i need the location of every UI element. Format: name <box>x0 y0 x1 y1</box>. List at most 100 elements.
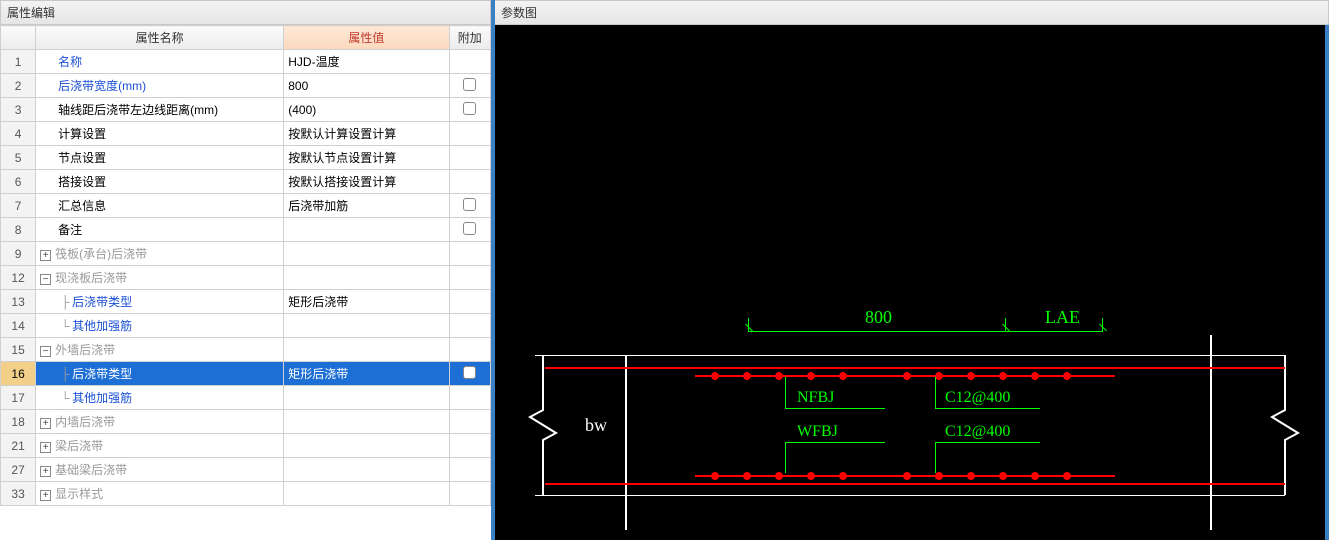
prop-extra-cell[interactable] <box>449 218 490 242</box>
tree-toggle-icon[interactable]: − <box>40 346 51 357</box>
prop-extra-cell[interactable] <box>449 98 490 122</box>
table-row[interactable]: 3轴线距后浇带左边线距离(mm)(400) <box>1 98 491 122</box>
table-row[interactable]: 6搭接设置按默认搭接设置计算 <box>1 170 491 194</box>
tree-toggle-icon[interactable]: − <box>40 274 51 285</box>
prop-extra-cell[interactable] <box>449 482 490 506</box>
prop-value-cell[interactable] <box>284 242 449 266</box>
prop-name-cell[interactable]: └其他加强筋 <box>36 314 284 338</box>
prop-name-cell[interactable]: +显示样式 <box>36 482 284 506</box>
prop-extra-cell[interactable] <box>449 386 490 410</box>
prop-value-cell[interactable]: (400) <box>284 98 449 122</box>
table-row[interactable]: 4计算设置按默认计算设置计算 <box>1 122 491 146</box>
checkbox-icon[interactable] <box>463 198 476 211</box>
prop-extra-cell[interactable] <box>449 434 490 458</box>
prop-extra-cell[interactable] <box>449 266 490 290</box>
prop-value-cell[interactable]: 按默认搭接设置计算 <box>284 170 449 194</box>
prop-extra-cell[interactable] <box>449 362 490 386</box>
table-row[interactable]: 9+筏板(承台)后浇带 <box>1 242 491 266</box>
prop-value-cell[interactable] <box>284 386 449 410</box>
table-row[interactable]: 27+基础梁后浇带 <box>1 458 491 482</box>
prop-name-cell[interactable]: └其他加强筋 <box>36 386 284 410</box>
table-row[interactable]: 7汇总信息后浇带加筋 <box>1 194 491 218</box>
prop-value-cell[interactable] <box>284 458 449 482</box>
prop-value-cell[interactable]: 后浇带加筋 <box>284 194 449 218</box>
checkbox-icon[interactable] <box>463 222 476 235</box>
checkbox-icon[interactable] <box>463 78 476 91</box>
table-row[interactable]: 13├后浇带类型矩形后浇带 <box>1 290 491 314</box>
prop-value-cell[interactable] <box>284 410 449 434</box>
rebar-dot <box>775 472 783 480</box>
prop-value-cell[interactable] <box>284 482 449 506</box>
tree-toggle-icon[interactable]: + <box>40 490 51 501</box>
prop-name-cell[interactable]: 搭接设置 <box>36 170 284 194</box>
prop-value-cell[interactable] <box>284 434 449 458</box>
table-row[interactable]: 18+内墙后浇带 <box>1 410 491 434</box>
prop-extra-cell[interactable] <box>449 458 490 482</box>
rebar-dot <box>807 472 815 480</box>
prop-name-label: 备注 <box>58 223 82 237</box>
prop-name-cell[interactable]: ├后浇带类型 <box>36 290 284 314</box>
checkbox-icon[interactable] <box>463 102 476 115</box>
prop-extra-cell[interactable] <box>449 74 490 98</box>
prop-value-cell[interactable]: 矩形后浇带 <box>284 362 449 386</box>
prop-value-cell[interactable] <box>284 338 449 362</box>
property-table[interactable]: 属性名称 属性值 附加 1名称HJD-温度2后浇带宽度(mm)8003轴线距后浇… <box>0 25 491 506</box>
prop-value-cell[interactable]: 800 <box>284 74 449 98</box>
table-row[interactable]: 2后浇带宽度(mm)800 <box>1 74 491 98</box>
prop-name-cell[interactable]: 计算设置 <box>36 122 284 146</box>
table-row[interactable]: 5节点设置按默认节点设置计算 <box>1 146 491 170</box>
tree-toggle-icon[interactable]: + <box>40 418 51 429</box>
prop-name-cell[interactable]: −现浇板后浇带 <box>36 266 284 290</box>
row-index: 14 <box>1 314 36 338</box>
prop-extra-cell[interactable] <box>449 290 490 314</box>
prop-extra-cell[interactable] <box>449 146 490 170</box>
tree-toggle-icon[interactable]: + <box>40 442 51 453</box>
prop-name-cell[interactable]: 节点设置 <box>36 146 284 170</box>
prop-extra-cell[interactable] <box>449 122 490 146</box>
panel-title-right: 参数图 <box>495 0 1329 25</box>
panel-title-left: 属性编辑 <box>0 0 491 25</box>
prop-extra-cell[interactable] <box>449 50 490 74</box>
prop-name-cell[interactable]: 后浇带宽度(mm) <box>36 74 284 98</box>
prop-extra-cell[interactable] <box>449 410 490 434</box>
prop-value-cell[interactable]: 按默认节点设置计算 <box>284 146 449 170</box>
cad-diagram[interactable]: 800 LAE <box>495 25 1329 540</box>
checkbox-icon[interactable] <box>463 366 476 379</box>
prop-extra-cell[interactable] <box>449 338 490 362</box>
table-row[interactable]: 17└其他加强筋 <box>1 386 491 410</box>
prop-name-cell[interactable]: 备注 <box>36 218 284 242</box>
prop-value-cell[interactable] <box>284 314 449 338</box>
prop-name-cell[interactable]: ├后浇带类型 <box>36 362 284 386</box>
tree-toggle-icon[interactable]: + <box>40 250 51 261</box>
prop-extra-cell[interactable] <box>449 242 490 266</box>
col-header-value: 属性值 <box>284 26 449 50</box>
prop-name-cell[interactable]: +基础梁后浇带 <box>36 458 284 482</box>
prop-extra-cell[interactable] <box>449 194 490 218</box>
table-row[interactable]: 1名称HJD-温度 <box>1 50 491 74</box>
table-row[interactable]: 33+显示样式 <box>1 482 491 506</box>
prop-name-cell[interactable]: +内墙后浇带 <box>36 410 284 434</box>
prop-value-cell[interactable]: 矩形后浇带 <box>284 290 449 314</box>
table-row[interactable]: 21+梁后浇带 <box>1 434 491 458</box>
table-row[interactable]: 15−外墙后浇带 <box>1 338 491 362</box>
prop-value-cell[interactable] <box>284 266 449 290</box>
table-row[interactable]: 12−现浇板后浇带 <box>1 266 491 290</box>
rebar-dot <box>935 372 943 380</box>
table-row[interactable]: 8备注 <box>1 218 491 242</box>
prop-extra-cell[interactable] <box>449 170 490 194</box>
prop-extra-cell[interactable] <box>449 314 490 338</box>
leader-c12a-v <box>935 377 936 408</box>
prop-name-cell[interactable]: 汇总信息 <box>36 194 284 218</box>
prop-name-cell[interactable]: 名称 <box>36 50 284 74</box>
prop-value-cell[interactable]: HJD-温度 <box>284 50 449 74</box>
prop-name-cell[interactable]: +筏板(承台)后浇带 <box>36 242 284 266</box>
tree-toggle-icon[interactable]: + <box>40 466 51 477</box>
table-row[interactable]: 14└其他加强筋 <box>1 314 491 338</box>
prop-value-cell[interactable]: 按默认计算设置计算 <box>284 122 449 146</box>
prop-name-cell[interactable]: +梁后浇带 <box>36 434 284 458</box>
prop-name-cell[interactable]: 轴线距后浇带左边线距离(mm) <box>36 98 284 122</box>
prop-name-cell[interactable]: −外墙后浇带 <box>36 338 284 362</box>
table-row[interactable]: 16├后浇带类型矩形后浇带 <box>1 362 491 386</box>
rebar-dot <box>743 372 751 380</box>
prop-value-cell[interactable] <box>284 218 449 242</box>
